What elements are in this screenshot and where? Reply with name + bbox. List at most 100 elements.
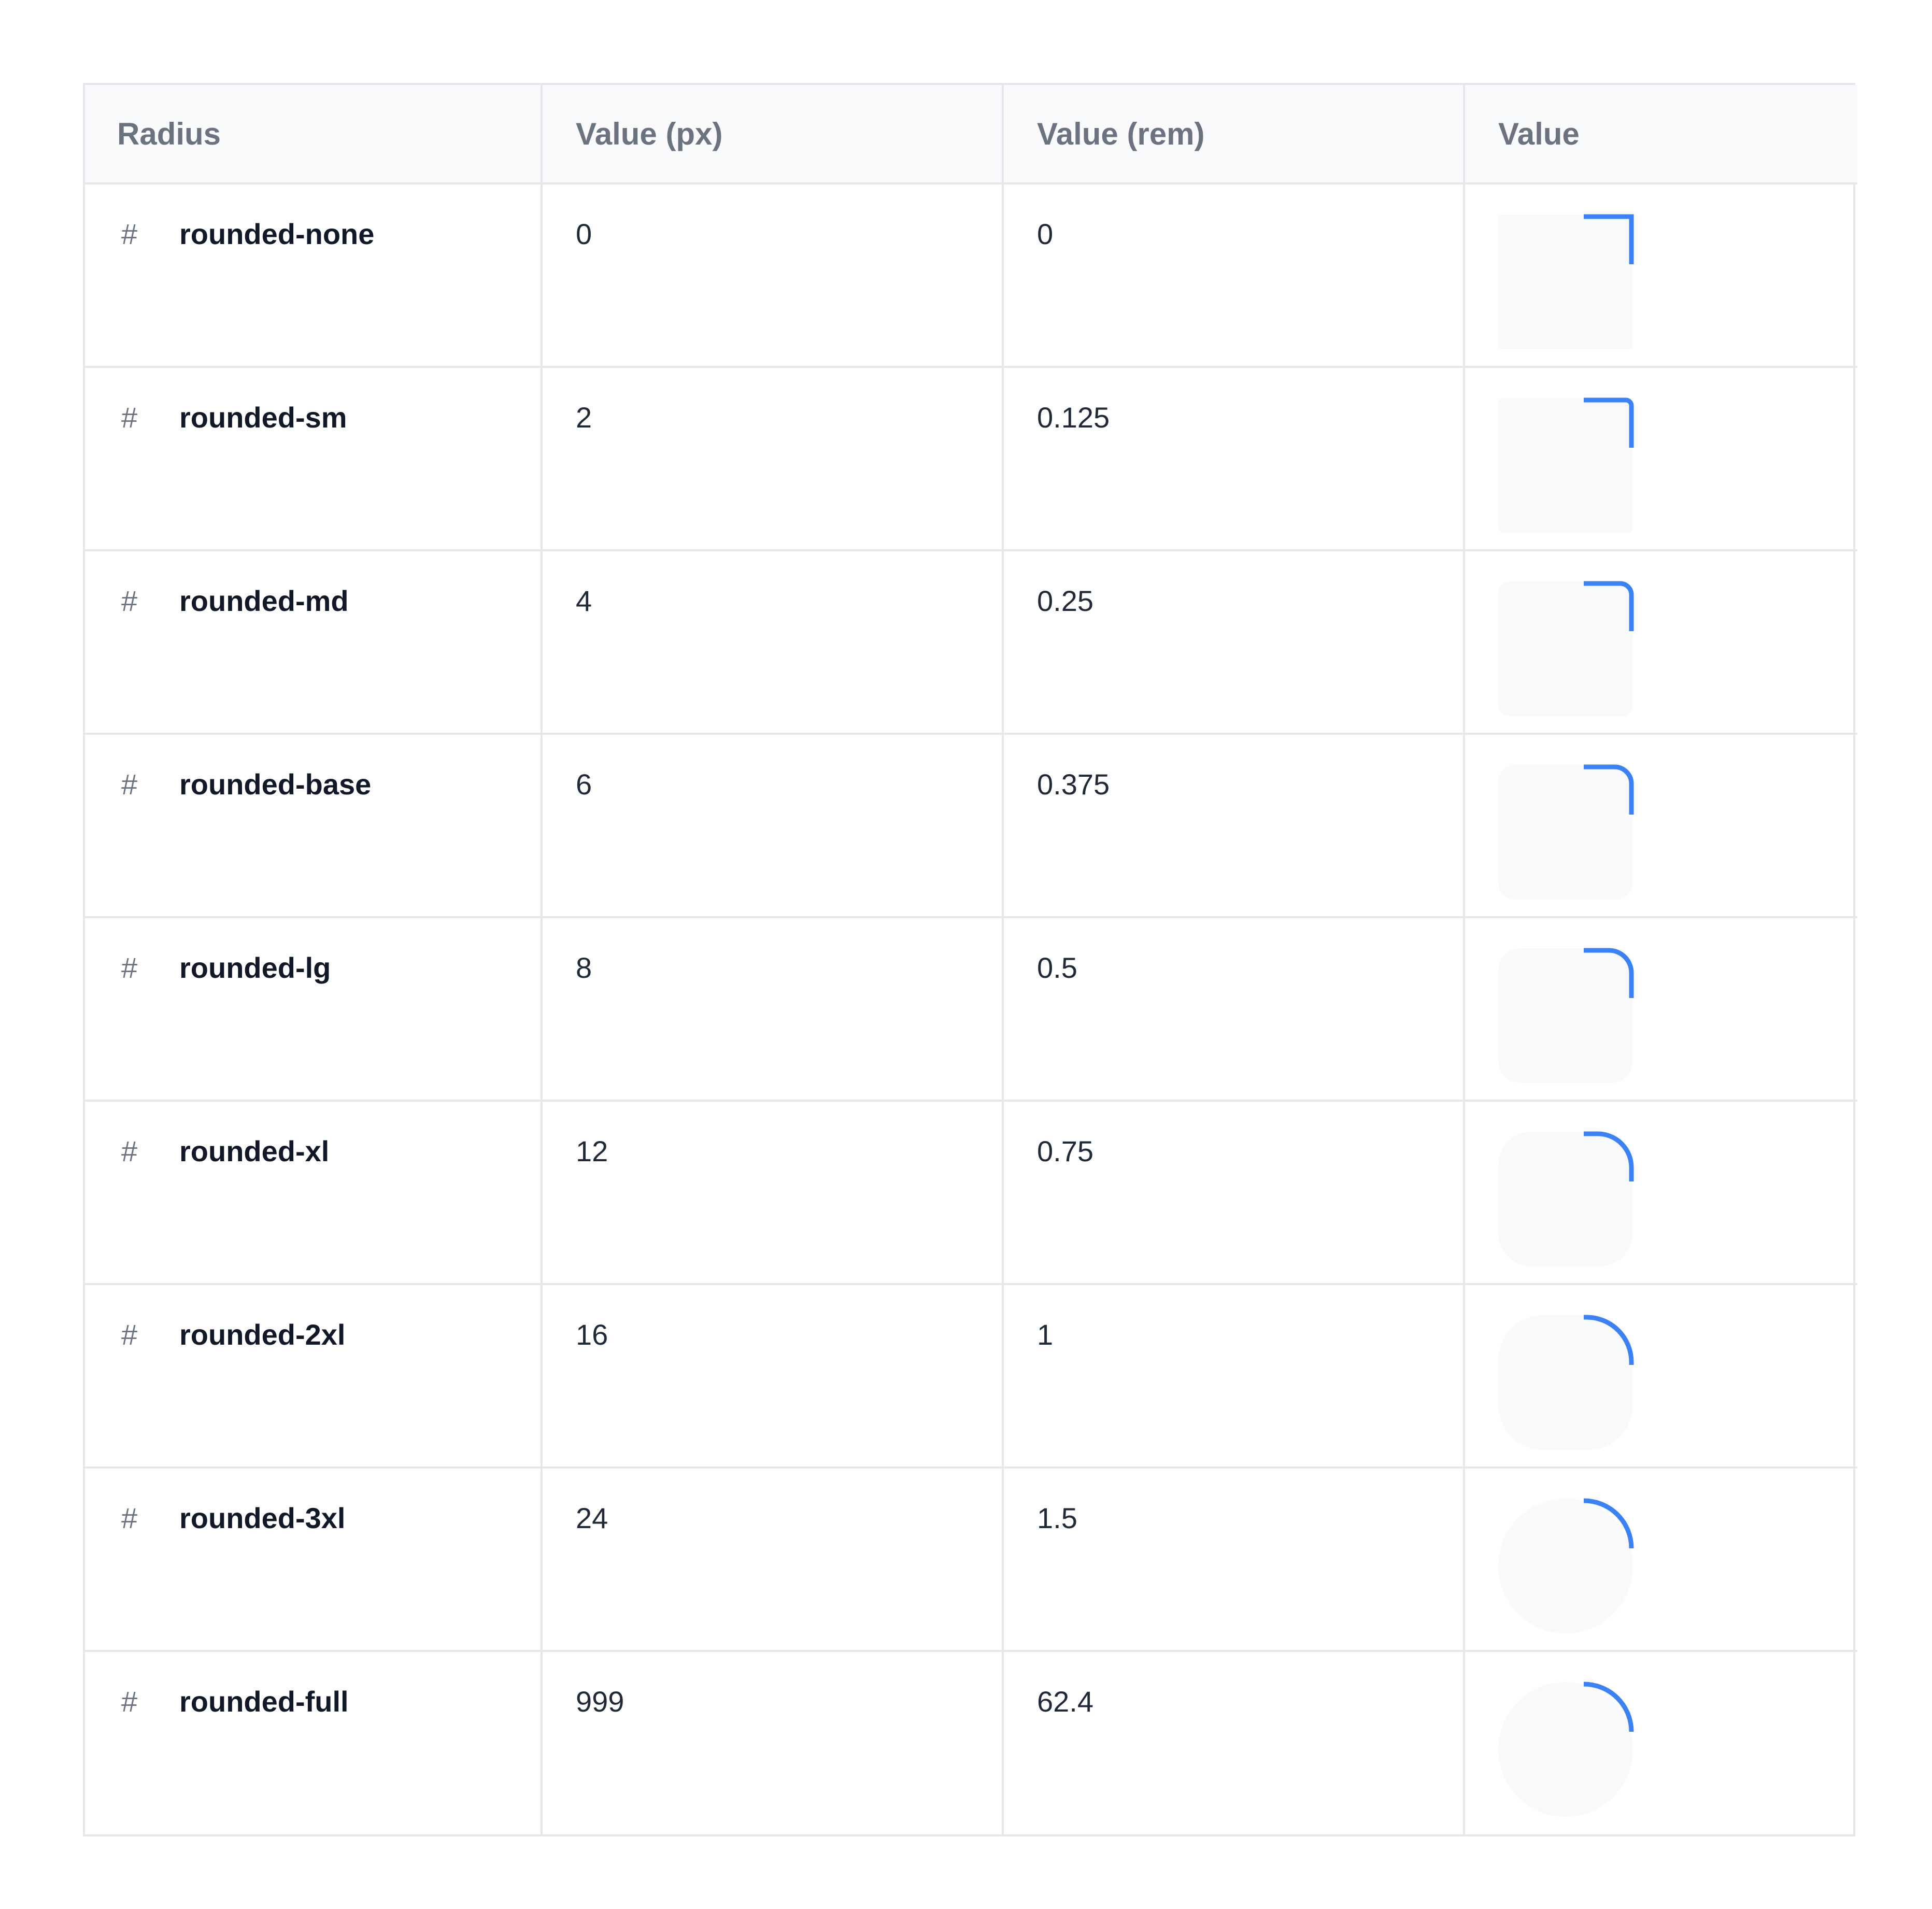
table-row: # rounded-lg 8 0.5 [85, 917, 1857, 1102]
swatch-cell [1464, 1651, 1857, 1834]
anchor-link-icon[interactable]: # [121, 215, 179, 254]
swatch-cell [1464, 1101, 1857, 1285]
radius-table-container: Radius Value (px) Value (rem) Value # rou… [83, 83, 1857, 1836]
table-row: # rounded-sm 2 0.125 [85, 367, 1857, 551]
radius-preview-graphic [1498, 581, 1634, 716]
radius-preview [1498, 1311, 1634, 1450]
value-px-cell: 4 [542, 550, 1004, 735]
value-px: 999 [576, 1685, 624, 1718]
anchor-link-icon[interactable]: # [121, 1132, 179, 1171]
radius-preview [1498, 1494, 1634, 1633]
swatch-cell [1464, 183, 1857, 368]
value-rem: 0.375 [1037, 768, 1110, 801]
radius-preview [1498, 394, 1634, 533]
value-rem: 0 [1037, 218, 1054, 250]
anchor-link-icon[interactable]: # [121, 398, 179, 437]
value-px-cell: 16 [542, 1284, 1004, 1469]
radius-preview-graphic [1498, 1131, 1634, 1266]
radius-name-cell: # rounded-full [85, 1651, 543, 1834]
swatch-cell [1464, 367, 1857, 551]
header-value-px: Value (px) [542, 85, 1004, 184]
value-rem-cell: 0.25 [1003, 550, 1465, 735]
value-px-cell: 24 [542, 1468, 1004, 1652]
anchor-link-icon[interactable]: # [121, 581, 179, 621]
radius-preview-graphic [1498, 1682, 1634, 1817]
header-value: Value [1464, 85, 1857, 184]
value-px: 24 [576, 1502, 608, 1534]
radius-name: rounded-xl [179, 1135, 330, 1167]
radius-preview [1498, 944, 1634, 1083]
radius-name-cell: # rounded-base [85, 734, 543, 918]
value-px-cell: 2 [542, 367, 1004, 551]
radius-preview-graphic [1498, 1498, 1634, 1633]
value-px-cell: 0 [542, 183, 1004, 368]
table-row: # rounded-3xl 24 1.5 [85, 1468, 1857, 1652]
radius-preview [1498, 210, 1634, 349]
radius-preview-box [1498, 1132, 1633, 1266]
value-px: 12 [576, 1135, 608, 1167]
header-radius: Radius [85, 85, 543, 184]
table-row: # rounded-xl 12 0.75 [85, 1101, 1857, 1285]
swatch-cell [1464, 550, 1857, 735]
anchor-link-icon[interactable]: # [121, 1682, 179, 1721]
value-px: 8 [576, 951, 592, 984]
value-rem: 0.5 [1037, 951, 1077, 984]
radius-name-wrapper: # rounded-3xl [121, 1469, 541, 1538]
radius-preview-box [1498, 765, 1633, 900]
header-value-rem: Value (rem) [1003, 85, 1465, 184]
radius-name-wrapper: # rounded-2xl [121, 1285, 541, 1355]
swatch-cell [1464, 734, 1857, 918]
radius-name-wrapper: # rounded-full [121, 1652, 541, 1721]
radius-name-cell: # rounded-2xl [85, 1284, 543, 1469]
table-row: # rounded-base 6 0.375 [85, 734, 1857, 918]
radius-preview-box [1498, 581, 1633, 716]
value-px: 0 [576, 218, 592, 250]
radius-name: rounded-none [179, 218, 375, 250]
value-px-cell: 8 [542, 917, 1004, 1102]
value-rem: 62.4 [1037, 1685, 1093, 1718]
radius-preview-graphic [1498, 397, 1634, 533]
radius-name-wrapper: # rounded-none [121, 184, 541, 254]
radius-name-cell: # rounded-none [85, 183, 543, 368]
value-px-cell: 999 [542, 1651, 1004, 1834]
radius-preview-graphic [1498, 214, 1634, 349]
anchor-link-icon[interactable]: # [121, 948, 179, 988]
radius-name: rounded-base [179, 768, 372, 801]
anchor-link-icon[interactable]: # [121, 1315, 179, 1355]
table-row: # rounded-2xl 16 1 [85, 1284, 1857, 1469]
value-rem-cell: 0.375 [1003, 734, 1465, 918]
radius-name-wrapper: # rounded-md [121, 551, 541, 621]
radius-name-cell: # rounded-xl [85, 1101, 543, 1285]
radius-preview-box [1498, 215, 1633, 349]
value-rem-cell: 0 [1003, 183, 1465, 368]
table-row: # rounded-full 999 62.4 [85, 1651, 1857, 1834]
value-rem: 1 [1037, 1318, 1054, 1351]
header-row: Radius Value (px) Value (rem) Value [85, 85, 1857, 184]
radius-preview-graphic [1498, 948, 1634, 1083]
radius-table: Radius Value (px) Value (rem) Value # rou… [85, 85, 1857, 1834]
value-px: 6 [576, 768, 592, 801]
radius-preview-graphic [1498, 764, 1634, 900]
value-rem: 1.5 [1037, 1502, 1077, 1534]
value-rem: 0.125 [1037, 401, 1110, 434]
radius-name: rounded-2xl [179, 1318, 346, 1351]
radius-preview-box [1498, 948, 1633, 1083]
anchor-link-icon[interactable]: # [121, 765, 179, 804]
value-rem-cell: 1.5 [1003, 1468, 1465, 1652]
radius-name: rounded-md [179, 585, 349, 617]
radius-name-cell: # rounded-md [85, 550, 543, 735]
table-row: # rounded-md 4 0.25 [85, 550, 1857, 735]
radius-name-cell: # rounded-3xl [85, 1468, 543, 1652]
radius-name: rounded-3xl [179, 1502, 346, 1534]
radius-preview-graphic [1498, 1315, 1634, 1450]
value-rem: 0.25 [1037, 585, 1093, 617]
radius-name-wrapper: # rounded-sm [121, 368, 541, 437]
radius-preview-box [1498, 1682, 1633, 1817]
radius-name-cell: # rounded-sm [85, 367, 543, 551]
value-rem-cell: 1 [1003, 1284, 1465, 1469]
anchor-link-icon[interactable]: # [121, 1499, 179, 1538]
value-rem-cell: 0.125 [1003, 367, 1465, 551]
value-rem-cell: 62.4 [1003, 1651, 1465, 1834]
value-px-cell: 12 [542, 1101, 1004, 1285]
radius-preview [1498, 577, 1634, 716]
